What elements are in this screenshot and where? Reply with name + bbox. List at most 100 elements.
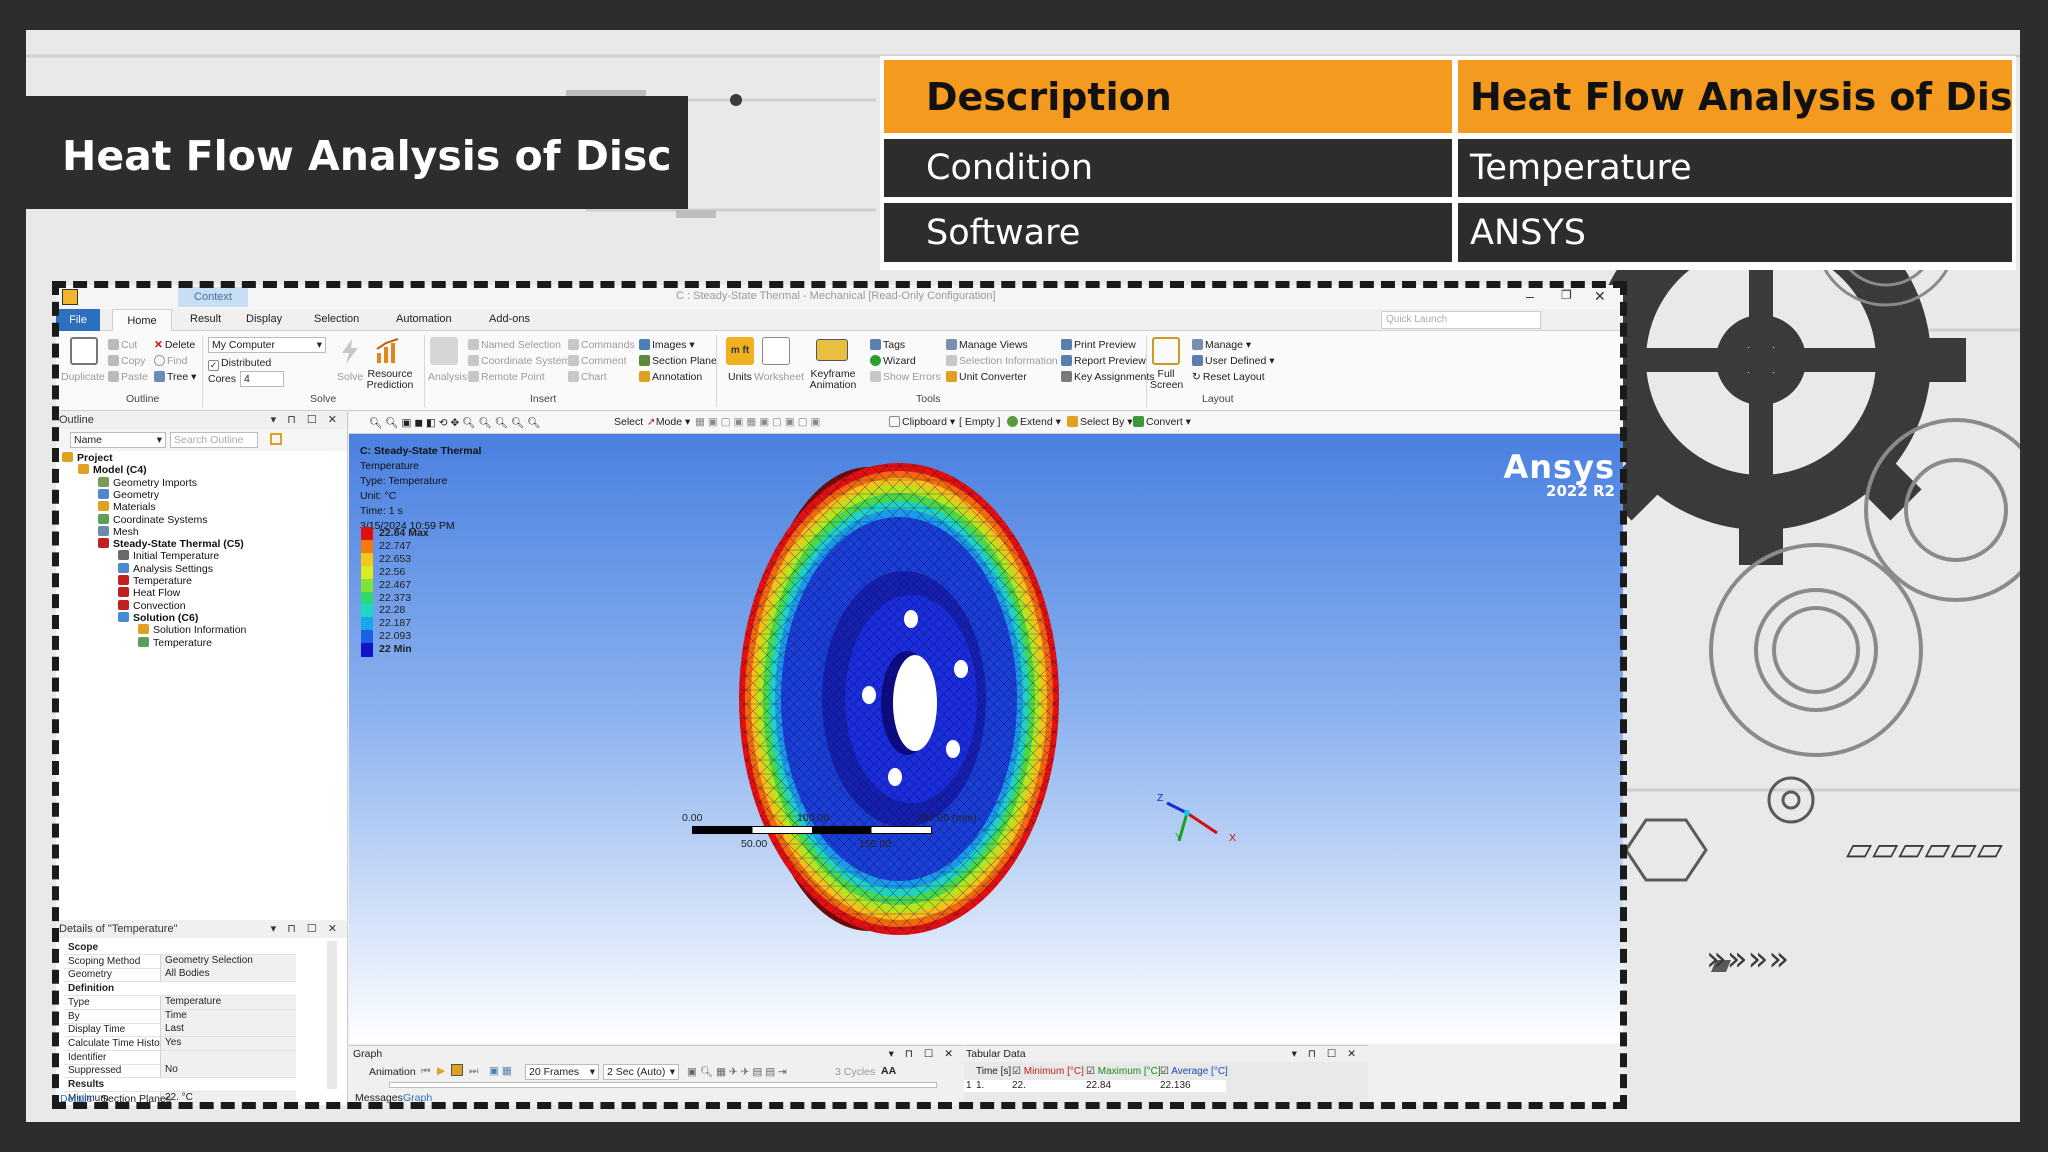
graphics-viewport[interactable]: C: Steady-State Thermal Temperature Type… <box>349 434 1623 1044</box>
tree-node[interactable]: Steady-State Thermal (C5) <box>98 538 244 550</box>
analysis-icon[interactable] <box>430 337 458 365</box>
tab-graph[interactable]: Graph <box>403 1092 432 1104</box>
tree-node[interactable]: Heat Flow <box>118 587 180 599</box>
manage-views-button[interactable]: Manage Views <box>946 339 1028 351</box>
selection-information-button[interactable]: Selection Information <box>946 355 1058 367</box>
tree-node[interactable]: Project <box>62 452 113 464</box>
stop-icon[interactable] <box>451 1064 463 1076</box>
units-icon[interactable]: m ft <box>726 337 754 365</box>
duration-select[interactable]: 2 Sec (Auto) ▾ <box>603 1064 679 1080</box>
animation-timeline[interactable] <box>389 1082 937 1088</box>
remote-point-button[interactable]: Remote Point <box>468 371 545 383</box>
worksheet-icon[interactable] <box>762 337 790 365</box>
key-assignments-button[interactable]: Key Assignments <box>1061 371 1155 383</box>
tree-node[interactable]: Model (C4) <box>78 464 147 476</box>
animation-tool-icons[interactable]: ▣ 🔍︎ ▦ ✈ ✈ ▤ ▤ ⇥ <box>687 1065 787 1078</box>
restore-icon[interactable]: ❐ <box>1561 288 1572 302</box>
outline-filter-select[interactable]: Name ▾ <box>70 432 166 448</box>
reset-layout-button[interactable]: ↻ Reset Layout <box>1192 371 1265 383</box>
menu-display[interactable]: Display <box>246 313 282 325</box>
solve-lightning-icon[interactable] <box>336 337 364 365</box>
distributed-checkbox[interactable]: ✓ Distributed <box>208 357 271 371</box>
close-icon[interactable]: ✕ <box>1594 288 1606 305</box>
menu-selection[interactable]: Selection <box>314 313 359 325</box>
computer-select[interactable]: My Computer ▾ <box>208 337 326 353</box>
step-forward-icon[interactable]: ⏭ <box>469 1065 478 1078</box>
details-row[interactable]: Calculate Time History Yes <box>64 1036 296 1051</box>
tab-section-planes[interactable]: Section Planes <box>101 1093 171 1105</box>
menu-file[interactable]: File <box>56 309 100 331</box>
duplicate-icon[interactable] <box>70 337 98 365</box>
tree-node[interactable]: Materials <box>98 501 156 513</box>
details-value[interactable]: 22. °C <box>160 1091 296 1105</box>
expand-filter-icon[interactable] <box>270 433 282 445</box>
details-value[interactable]: Yes <box>160 1036 296 1050</box>
tree-node[interactable]: Coordinate Systems <box>98 513 208 526</box>
col-maximum[interactable]: ☑ Maximum [°C] <box>1086 1066 1161 1077</box>
section-plane-button[interactable]: Section Plane <box>639 355 717 367</box>
axis-triad[interactable] <box>1149 779 1239 849</box>
print-preview-button[interactable]: Print Preview <box>1061 339 1136 351</box>
resource-prediction-button[interactable]: Resource Prediction <box>362 369 418 391</box>
details-row[interactable]: Identifier <box>64 1050 296 1065</box>
duplicate-button[interactable]: Duplicate <box>61 371 105 383</box>
tree-node[interactable]: Temperature <box>138 636 212 649</box>
col-minimum[interactable]: ☑ Minimum [°C] <box>1012 1066 1084 1077</box>
commands-button[interactable]: Commands <box>568 339 635 351</box>
search-outline-input[interactable]: Search Outline <box>170 432 258 448</box>
find-button[interactable]: Find <box>154 355 187 367</box>
zoom-icons[interactable]: 🔍︎ 🔍︎ ▣ ◼ ◧ ⟲ ✥ 🔍︎ 🔍︎ 🔍︎ 🔍︎ 🔍︎ <box>369 416 541 429</box>
tree-node[interactable]: Geometry Imports <box>98 476 197 489</box>
cycles-label[interactable]: 3 Cycles <box>835 1066 875 1078</box>
paste-button[interactable]: Paste <box>108 371 148 383</box>
tree-node[interactable]: Solution (C6) <box>118 611 198 624</box>
details-value[interactable]: No <box>160 1064 296 1078</box>
images-button[interactable]: Images ▾ <box>639 339 695 351</box>
tree-node[interactable]: Convection <box>118 599 186 612</box>
details-row[interactable]: Type Temperature <box>64 995 296 1010</box>
selection-filter-icons[interactable]: ▦ ▣ ▢ ▣ ▦ ▣ ▢ ▣ ▢ ▣ <box>695 416 820 428</box>
details-row[interactable]: Suppressed No <box>64 1064 296 1079</box>
details-value[interactable]: All Bodies <box>160 968 296 982</box>
details-value[interactable] <box>160 1050 296 1064</box>
details-value[interactable]: Temperature <box>160 995 296 1009</box>
tree-node[interactable]: Initial Temperature <box>118 550 219 562</box>
details-value[interactable]: Geometry Selection <box>160 954 296 968</box>
annotation-button[interactable]: Annotation <box>639 371 702 383</box>
named-selection-button[interactable]: Named Selection <box>468 339 561 351</box>
select-by-button[interactable]: Select By ▾ <box>1067 416 1133 428</box>
cut-button[interactable]: Cut <box>108 339 137 351</box>
worksheet-button[interactable]: Worksheet <box>754 371 804 383</box>
details-row[interactable]: Scoping Method Geometry Selection <box>64 954 296 969</box>
panel-controls[interactable]: ▾ ⊓ ☐ ✕ <box>1292 1048 1360 1060</box>
copy-button[interactable]: Copy <box>108 355 146 367</box>
chart-button[interactable]: Chart <box>568 371 607 383</box>
menu-result[interactable]: Result <box>190 313 221 325</box>
mode-button[interactable]: ➚Mode ▾ <box>647 416 690 428</box>
tab-messages[interactable]: Messages <box>355 1092 403 1104</box>
minimize-icon[interactable]: – <box>1526 288 1534 304</box>
report-preview-button[interactable]: Report Preview <box>1061 355 1146 367</box>
full-screen-icon[interactable] <box>1152 337 1180 365</box>
tree-node[interactable]: Mesh <box>98 525 139 538</box>
tree-node[interactable]: Temperature <box>118 575 192 587</box>
menu-automation[interactable]: Automation <box>396 313 452 325</box>
context-tab[interactable]: Context <box>178 287 248 307</box>
comment-button[interactable]: Comment <box>568 355 627 367</box>
keyframe-animation-icon[interactable] <box>816 339 848 361</box>
user-defined-button[interactable]: User Defined ▾ <box>1192 355 1274 367</box>
distributed-frames-icon[interactable]: ▣ ▦ <box>489 1065 512 1077</box>
tree-button[interactable]: Tree ▾ <box>154 371 196 383</box>
panel-controls[interactable]: ▾ ⊓ ☐ ✕ <box>271 413 341 426</box>
frames-select[interactable]: 20 Frames ▾ <box>525 1064 599 1080</box>
menu-home[interactable]: Home <box>112 309 172 332</box>
full-screen-button[interactable]: Full Screen <box>1150 369 1183 391</box>
manage-layout-button[interactable]: Manage ▾ <box>1192 339 1251 351</box>
tags-button[interactable]: Tags <box>870 339 905 351</box>
clipboard-button[interactable]: Clipboard ▾ <box>889 416 955 428</box>
coordinate-system-button[interactable]: Coordinate System <box>468 355 570 367</box>
details-row[interactable]: By Time <box>64 1009 296 1024</box>
wizard-button[interactable]: Wizard <box>870 355 916 367</box>
col-average[interactable]: ☑ Average [°C] <box>1160 1066 1228 1077</box>
tree-node[interactable]: Analysis Settings <box>118 562 213 575</box>
